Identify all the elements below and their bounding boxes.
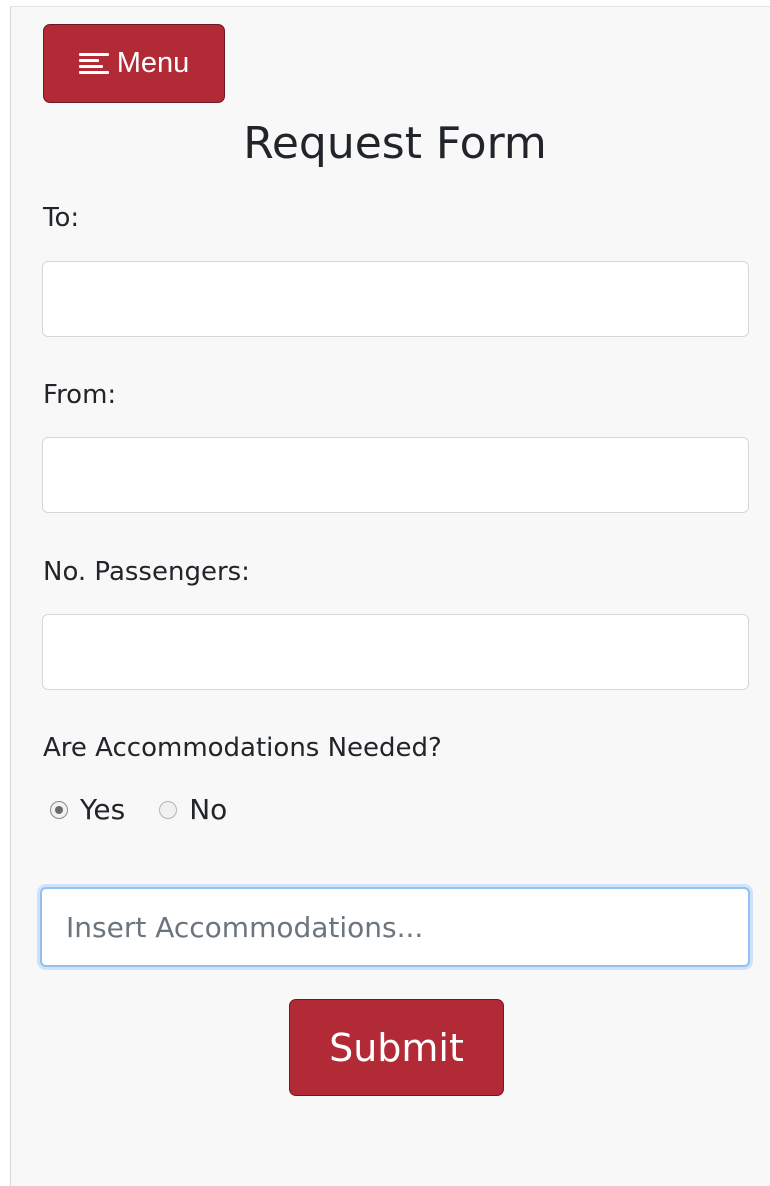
accommodations-question: Are Accommodations Needed? (43, 733, 442, 763)
accommodations-radio-group: Yes No (50, 793, 261, 826)
accommodations-input[interactable] (40, 887, 750, 967)
radio-yes-label: Yes (80, 793, 126, 826)
radio-option-no[interactable]: No (159, 793, 227, 826)
menu-button[interactable]: Menu (43, 24, 225, 103)
to-input[interactable] (42, 261, 749, 337)
from-input[interactable] (42, 437, 749, 513)
radio-yes-checked[interactable] (50, 800, 68, 819)
radio-no-label: No (189, 793, 228, 826)
to-label: To: (43, 203, 80, 233)
from-label: From: (43, 380, 117, 410)
passengers-label: No. Passengers: (43, 557, 250, 587)
radio-no-unchecked[interactable] (159, 800, 178, 819)
radio-option-yes[interactable]: Yes (50, 793, 125, 826)
hamburger-menu-icon (78, 52, 109, 75)
submit-button[interactable]: Submit (289, 999, 504, 1096)
passengers-input[interactable] (42, 614, 749, 690)
menu-button-label: Menu (116, 47, 190, 79)
page-title: Request Form (243, 118, 547, 169)
